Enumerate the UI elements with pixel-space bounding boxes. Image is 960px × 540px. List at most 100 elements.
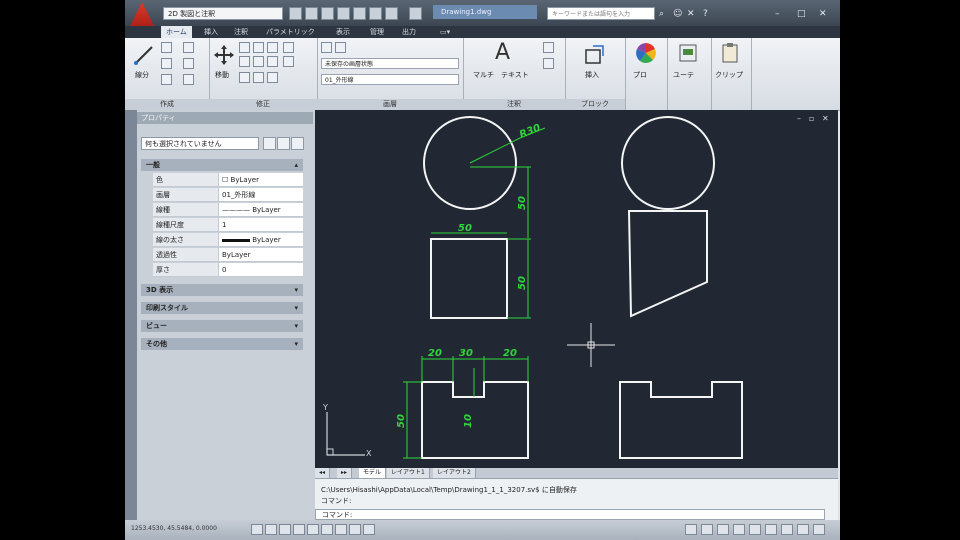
- dynamic-ucs-icon[interactable]: [335, 524, 347, 535]
- snap-mode-icon[interactable]: [251, 524, 263, 535]
- tab-view[interactable]: 表示: [331, 26, 355, 38]
- tab-nav-first-icon[interactable]: ◂◂: [315, 468, 331, 478]
- workspace-dropdown[interactable]: 2D 製図と注釈: [163, 7, 283, 20]
- panel-title-modify[interactable]: 修正: [209, 99, 317, 110]
- ribbon-options-icon[interactable]: ▭▾: [435, 26, 455, 38]
- tab-model[interactable]: モデル: [359, 468, 387, 478]
- trim-icon[interactable]: [253, 42, 264, 53]
- object-snap-icon[interactable]: [307, 524, 319, 535]
- polar-tracking-icon[interactable]: [293, 524, 305, 535]
- open-file-icon[interactable]: [305, 7, 318, 20]
- object-snap-tracking-icon[interactable]: [321, 524, 333, 535]
- lock-icon[interactable]: [781, 524, 793, 535]
- command-input[interactable]: コマンド:: [315, 509, 825, 520]
- dynamic-input-icon[interactable]: [349, 524, 361, 535]
- scale-icon[interactable]: [253, 72, 264, 83]
- selection-dropdown[interactable]: 何も選択されていません: [141, 137, 259, 150]
- array-icon[interactable]: [267, 72, 278, 83]
- offset-icon[interactable]: [283, 56, 294, 67]
- isolate-objects-icon[interactable]: [797, 524, 809, 535]
- property-value[interactable]: ———— ByLayer: [218, 203, 303, 217]
- panel-title-block[interactable]: ブロック: [565, 99, 625, 110]
- search-input[interactable]: キーワードまたは語句を入力: [547, 7, 655, 20]
- panel-title-annotation[interactable]: 注釈: [463, 99, 565, 110]
- property-row[interactable]: 画層 01_外形線: [153, 188, 303, 202]
- save-as-icon[interactable]: [337, 7, 350, 20]
- square-left[interactable]: [430, 238, 508, 319]
- property-value[interactable]: ByLayer: [218, 248, 303, 262]
- new-file-icon[interactable]: [289, 7, 302, 20]
- quick-view-layouts-icon[interactable]: [701, 524, 713, 535]
- rotate-icon[interactable]: [239, 42, 250, 53]
- print-icon[interactable]: [353, 7, 366, 20]
- pan-icon[interactable]: [717, 524, 729, 535]
- tab-home[interactable]: ホーム: [161, 26, 192, 38]
- leader-icon[interactable]: [543, 58, 554, 69]
- ellipse-icon[interactable]: [183, 74, 194, 85]
- insert-block-icon[interactable]: [583, 44, 605, 66]
- workspace-switching-icon[interactable]: [765, 524, 777, 535]
- property-value[interactable]: 0: [218, 263, 303, 277]
- palette-title-strip[interactable]: [125, 110, 137, 540]
- arc-icon[interactable]: [161, 74, 172, 85]
- tab-manage[interactable]: 管理: [365, 26, 389, 38]
- explode-icon[interactable]: [283, 42, 294, 53]
- circle-right[interactable]: [621, 116, 715, 210]
- redo-icon[interactable]: [385, 7, 398, 20]
- section-general[interactable]: 一般 ▴: [141, 159, 303, 171]
- search-icon[interactable]: ⌕: [659, 9, 664, 19]
- fillet-icon[interactable]: [267, 56, 278, 67]
- tab-parametric[interactable]: パラメトリック: [261, 26, 320, 38]
- current-layer-dropdown[interactable]: 01_外形線: [321, 74, 459, 85]
- clean-screen-icon[interactable]: [813, 524, 825, 535]
- layer-freeze-icon[interactable]: [335, 42, 346, 53]
- ortho-mode-icon[interactable]: [279, 524, 291, 535]
- panel-title-draw[interactable]: 作成: [125, 99, 209, 110]
- user-icon[interactable]: ☺: [673, 9, 682, 19]
- paste-icon[interactable]: [719, 42, 741, 64]
- hatch-icon[interactable]: [183, 58, 194, 69]
- mirror-icon[interactable]: [253, 56, 264, 67]
- tab-insert[interactable]: 挿入: [199, 26, 223, 38]
- section-plot-style[interactable]: 印刷スタイル ▾: [141, 302, 303, 314]
- property-row[interactable]: 色 ☐ ByLayer: [153, 173, 303, 187]
- text-tool-icon[interactable]: A: [495, 40, 510, 65]
- tab-nav-prev-icon[interactable]: ▸▸: [337, 468, 353, 478]
- close-icon[interactable]: ✕: [819, 9, 827, 19]
- color-wheel-icon[interactable]: [635, 42, 657, 64]
- layer-state-dropdown[interactable]: 未保存の画層状態: [321, 58, 459, 69]
- notched-block-right[interactable]: [619, 381, 743, 459]
- maximize-icon[interactable]: □: [797, 9, 806, 19]
- move-tool-icon[interactable]: [213, 44, 235, 66]
- polyline-icon[interactable]: [161, 42, 172, 53]
- section-view[interactable]: ビュー ▾: [141, 320, 303, 332]
- zoom-icon[interactable]: [733, 524, 745, 535]
- section-3d-visualization[interactable]: 3D 表示 ▾: [141, 284, 303, 296]
- property-row[interactable]: 線種 ———— ByLayer: [153, 203, 303, 217]
- tab-output[interactable]: 出力: [397, 26, 421, 38]
- copy-icon[interactable]: [239, 56, 250, 67]
- property-row[interactable]: 透過性 ByLayer: [153, 248, 303, 262]
- rectangle-icon[interactable]: [183, 42, 194, 53]
- dimension-icon[interactable]: [543, 42, 554, 53]
- property-value[interactable]: 1: [218, 218, 303, 232]
- tab-annotate[interactable]: 注釈: [229, 26, 253, 38]
- save-icon[interactable]: [321, 7, 334, 20]
- line-tool-icon[interactable]: [133, 44, 155, 66]
- tab-layout1[interactable]: レイアウト1: [387, 468, 430, 478]
- property-value[interactable]: 01_外形線: [218, 188, 303, 202]
- tab-layout2[interactable]: レイアウト2: [433, 468, 476, 478]
- model-space-icon[interactable]: [685, 524, 697, 535]
- property-value[interactable]: ByLayer: [218, 233, 303, 247]
- drawing-viewport[interactable]: – ▫ ✕ R30 50 50 50 20 30 20 50 10 X Y: [315, 110, 838, 468]
- minimize-icon[interactable]: –: [775, 9, 780, 19]
- circle-icon[interactable]: [161, 58, 172, 69]
- layer-properties-icon[interactable]: [321, 42, 332, 53]
- undo-icon[interactable]: [369, 7, 382, 20]
- trapezoid-right[interactable]: [627, 210, 708, 318]
- exchange-icon[interactable]: ✕: [687, 9, 695, 19]
- measure-icon[interactable]: [677, 42, 699, 64]
- lineweight-icon[interactable]: [363, 524, 375, 535]
- erase-icon[interactable]: [267, 42, 278, 53]
- property-row[interactable]: 線種尺度 1: [153, 218, 303, 232]
